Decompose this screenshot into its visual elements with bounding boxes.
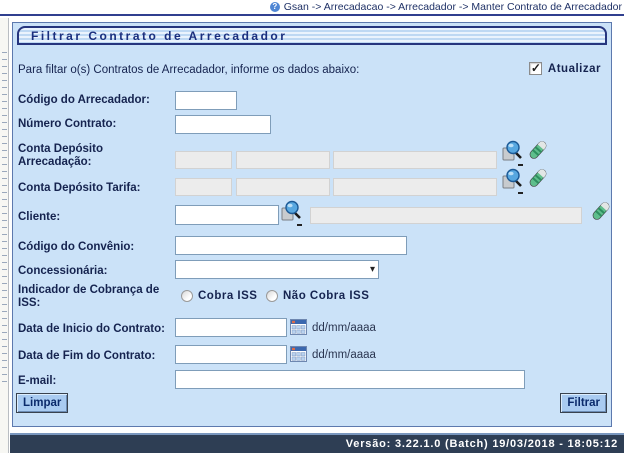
email-label: E-mail:	[18, 375, 168, 388]
search-link-underscore	[297, 224, 302, 226]
nao-cobra-iss-radio[interactable]	[266, 290, 278, 302]
calendar-icon[interactable]	[290, 346, 307, 362]
limpar-button[interactable]: Limpar	[16, 393, 68, 413]
search-icon[interactable]	[502, 140, 524, 162]
indicador-iss-label: Indicador de Cobrança de ISS:	[18, 284, 168, 310]
left-frame-gutter	[0, 18, 9, 453]
numero-contrato-label: Número Contrato:	[18, 118, 168, 131]
data-fim-format-hint: dd/mm/aaaa	[312, 349, 376, 361]
codigo-arrecadador-input[interactable]	[175, 91, 237, 110]
page-title: Filtrar Contrato de Arrecadador	[17, 26, 607, 45]
data-inicio-label: Data de Inicio do Contrato:	[18, 323, 168, 336]
data-inicio-format-hint: dd/mm/aaaa	[312, 322, 376, 334]
data-fim-input[interactable]	[175, 345, 287, 364]
conta-deposito-arrecadacao-agencia	[236, 151, 330, 169]
cliente-nome-display	[310, 207, 582, 224]
breadcrumb-bar: ? Gsan -> Arrecadacao -> Arrecadador -> …	[0, 0, 624, 16]
email-input[interactable]	[175, 370, 525, 389]
cobra-iss-radio[interactable]	[181, 290, 193, 302]
filter-panel: Filtrar Contrato de Arrecadador Para fil…	[12, 22, 612, 427]
calendar-icon[interactable]	[290, 319, 307, 335]
eraser-icon[interactable]	[590, 200, 612, 222]
conta-deposito-tarifa-label: Conta Depósito Tarifa:	[18, 182, 168, 195]
search-link-underscore	[518, 164, 523, 166]
codigo-convenio-label: Código do Convênio:	[18, 241, 168, 254]
concessionaria-select[interactable]	[175, 260, 379, 279]
codigo-arrecadador-label: Código do Arrecadador:	[18, 94, 168, 107]
atualizar-field: Atualizar	[529, 62, 601, 75]
eraser-icon[interactable]	[527, 139, 549, 161]
cobra-iss-option[interactable]: Cobra ISS	[181, 290, 257, 302]
atualizar-label: Atualizar	[548, 63, 601, 75]
conta-deposito-arrecadacao-conta	[333, 151, 497, 169]
version-bar: Versão: 3.22.1.0 (Batch) 19/03/2018 - 18…	[10, 433, 624, 453]
search-icon[interactable]	[502, 168, 524, 190]
search-icon[interactable]	[281, 200, 303, 222]
nao-cobra-iss-label: Não Cobra ISS	[283, 290, 369, 302]
help-icon[interactable]: ?	[270, 2, 280, 12]
eraser-icon[interactable]	[527, 167, 549, 189]
intro-text: Para filtar o(s) Contratos de Arrecadado…	[18, 64, 359, 76]
data-inicio-input[interactable]	[175, 318, 287, 337]
breadcrumb: Gsan -> Arrecadacao -> Arrecadador -> Ma…	[284, 1, 622, 13]
concessionaria-label: Concessionária:	[18, 265, 168, 278]
conta-deposito-arrecadacao-banco	[175, 151, 232, 169]
conta-deposito-tarifa-banco	[175, 178, 232, 196]
conta-deposito-arrecadacao-label: Conta Depósito Arrecadação:	[18, 143, 168, 169]
filtrar-button[interactable]: Filtrar	[560, 393, 607, 413]
version-text: Versão: 3.22.1.0 (Batch) 19/03/2018 - 18…	[346, 438, 618, 450]
data-fim-label: Data de Fim do Contrato:	[18, 350, 168, 363]
cliente-label: Cliente:	[18, 211, 168, 224]
nao-cobra-iss-option[interactable]: Não Cobra ISS	[266, 290, 369, 302]
conta-deposito-tarifa-agencia	[236, 178, 330, 196]
codigo-convenio-input[interactable]	[175, 236, 407, 255]
cliente-input[interactable]	[175, 205, 279, 225]
cobra-iss-label: Cobra ISS	[198, 290, 257, 302]
gutter-dots	[2, 52, 7, 382]
conta-deposito-tarifa-conta	[333, 178, 497, 196]
atualizar-checkbox[interactable]	[529, 62, 542, 75]
numero-contrato-input[interactable]	[175, 115, 271, 134]
search-link-underscore	[518, 192, 523, 194]
